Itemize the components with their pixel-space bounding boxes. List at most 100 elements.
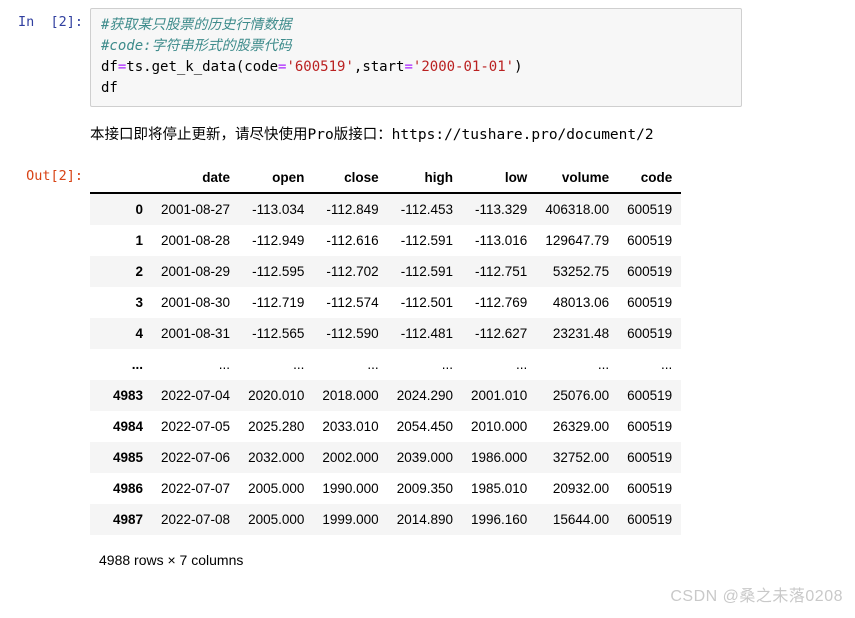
code-plain-token: ) bbox=[514, 59, 523, 75]
table-cell-code: 600519 bbox=[627, 202, 673, 217]
table-cell-low: -113.329 bbox=[475, 202, 528, 217]
table-cell-code: 600519 bbox=[627, 450, 673, 465]
table-row: 1 2001-08-28 -112.949 -112.616 -112.591 -113.… bbox=[90, 225, 682, 256]
output-cell: Out[2]: date open close high low volume code 0… bbox=[0, 145, 855, 568]
table-cell-low: 1985.010 bbox=[471, 481, 528, 496]
table-cell-high: -112.501 bbox=[400, 295, 453, 310]
table-cell-low: 2001.010 bbox=[471, 388, 528, 403]
table-header-date: date bbox=[152, 167, 240, 194]
table-cell-code: 600519 bbox=[627, 512, 673, 527]
dataframe-table: date open close high low volume code 0 2001-08-… bbox=[90, 167, 682, 535]
table-cell-low: 1996.160 bbox=[471, 512, 528, 527]
table-cell-close: -112.849 bbox=[326, 202, 379, 217]
table-cell-date: 2022-07-05 bbox=[161, 419, 231, 434]
table-cell-open: 2020.010 bbox=[248, 388, 305, 403]
table-row-index: 4984 bbox=[112, 419, 143, 434]
table-cell-volume: 23231.48 bbox=[552, 326, 610, 341]
input-cell-body[interactable]: #获取某只股票的历史行情数据 #code:字符串形式的股票代码 df = ts.get_… bbox=[90, 0, 855, 107]
table-cell-high: 2024.290 bbox=[396, 388, 453, 403]
table-row: 4987 2022-07-08 2005.000 1999.000 2014.890 19… bbox=[90, 504, 682, 535]
code-comment-token: #code:字符串形式的股票代码 bbox=[101, 38, 292, 54]
code-str-token: '2000-01-01' bbox=[412, 59, 515, 75]
table-cell-close: 2002.000 bbox=[322, 450, 379, 465]
table-row-index: 4 bbox=[135, 326, 143, 341]
stdout-message: 本接口即将停止更新，请尽快使用Pro版接口：https://tushare.pr… bbox=[90, 127, 654, 143]
table-cell-code: 600519 bbox=[627, 295, 673, 310]
table-row-index: ... bbox=[131, 357, 143, 372]
table-cell-open: 2005.000 bbox=[248, 512, 305, 527]
table-cell-open: -112.595 bbox=[252, 264, 305, 279]
table-row: 4983 2022-07-04 2020.010 2018.000 2024.290 20… bbox=[90, 380, 682, 411]
table-cell-code: 600519 bbox=[627, 264, 673, 279]
table-cell-low: -113.016 bbox=[475, 233, 528, 248]
table-cell-date: 2022-07-08 bbox=[161, 512, 231, 527]
code-plain-token: ,start bbox=[353, 59, 405, 75]
table-cell-close: -112.590 bbox=[326, 326, 379, 341]
table-cell-open: ... bbox=[293, 357, 305, 372]
table-cell-volume: 32752.00 bbox=[552, 450, 610, 465]
table-cell-high: 2039.000 bbox=[396, 450, 453, 465]
table-cell-volume: 48013.06 bbox=[552, 295, 610, 310]
table-cell-volume: 15644.00 bbox=[552, 512, 610, 527]
table-cell-date: ... bbox=[218, 357, 231, 372]
dataframe-shape-note: 4988 rows × 7 columns bbox=[99, 552, 244, 568]
table-cell-open: -112.949 bbox=[252, 233, 305, 248]
table-cell-date: 2001-08-27 bbox=[161, 202, 231, 217]
table-cell-code: 600519 bbox=[627, 419, 673, 434]
code-line: #获取某只股票的历史行情数据 bbox=[101, 15, 733, 36]
table-row: 4984 2022-07-05 2025.280 2033.010 2054.450 20… bbox=[90, 411, 682, 442]
jupyter-notebook: In [2]: #获取某只股票的历史行情数据 #code:字符串形式的股票代码 df… bbox=[0, 0, 855, 618]
table-header-index bbox=[90, 167, 152, 194]
input-prompt-label: In [2]: bbox=[17, 14, 83, 30]
table-cell-volume: 20932.00 bbox=[552, 481, 610, 496]
table-cell-volume: 25076.00 bbox=[552, 388, 610, 403]
table-cell-code: 600519 bbox=[627, 388, 673, 403]
table-cell-open: 2032.000 bbox=[248, 450, 305, 465]
input-cell[interactable]: In [2]: #获取某只股票的历史行情数据 #code:字符串形式的股票代码 df… bbox=[0, 0, 855, 107]
table-cell-code: ... bbox=[660, 357, 673, 372]
table-cell-high: -112.453 bbox=[400, 202, 453, 217]
code-plain-token: df bbox=[101, 59, 118, 75]
code-plain-token: ts.get_k_data(code bbox=[126, 59, 279, 75]
table-cell-high: -112.481 bbox=[400, 326, 453, 341]
table-header-low: low bbox=[462, 167, 537, 194]
table-cell-high: -112.591 bbox=[400, 264, 453, 279]
table-cell-date: 2001-08-31 bbox=[161, 326, 231, 341]
table-cell-volume: 129647.79 bbox=[545, 233, 610, 248]
table-cell-code: 600519 bbox=[627, 481, 673, 496]
table-header-open: open bbox=[239, 167, 314, 194]
table-cell-high: 2014.890 bbox=[396, 512, 453, 527]
table-row: ........................ bbox=[90, 349, 682, 380]
code-line: df bbox=[101, 78, 733, 99]
table-cell-close: 1990.000 bbox=[322, 481, 379, 496]
table-cell-close: -112.574 bbox=[326, 295, 379, 310]
table-header-row: date open close high low volume code bbox=[90, 167, 682, 194]
table-cell-low: -112.751 bbox=[475, 264, 528, 279]
table-cell-low: -112.627 bbox=[475, 326, 528, 341]
table-row-index: 2 bbox=[135, 264, 143, 279]
table-cell-high: -112.591 bbox=[400, 233, 453, 248]
dataframe-header: date open close high low volume code bbox=[90, 167, 682, 194]
table-row-index: 3 bbox=[135, 295, 143, 310]
table-row-index: 4983 bbox=[112, 388, 143, 403]
table-cell-low: ... bbox=[516, 357, 528, 372]
table-header-high: high bbox=[387, 167, 462, 194]
table-cell-volume: ... bbox=[597, 357, 610, 372]
table-row-index: 4986 bbox=[112, 481, 143, 496]
output-cell-body: date open close high low volume code 0 2001-08-… bbox=[90, 167, 855, 568]
table-header-close: close bbox=[313, 167, 388, 194]
table-cell-open: -113.034 bbox=[252, 202, 305, 217]
table-row: 4 2001-08-31 -112.565 -112.590 -112.481 -112.… bbox=[90, 318, 682, 349]
table-row-index: 4985 bbox=[112, 450, 143, 465]
code-editor[interactable]: #获取某只股票的历史行情数据 #code:字符串形式的股票代码 df = ts.get_… bbox=[90, 8, 742, 107]
code-comment-token: #获取某只股票的历史行情数据 bbox=[101, 17, 292, 33]
table-cell-open: -112.565 bbox=[252, 326, 305, 341]
code-line: #code:字符串形式的股票代码 bbox=[101, 36, 733, 57]
table-cell-date: 2001-08-29 bbox=[161, 264, 231, 279]
table-row-index: 4987 bbox=[112, 512, 143, 527]
table-cell-date: 2001-08-28 bbox=[161, 233, 231, 248]
table-cell-volume: 26329.00 bbox=[552, 419, 610, 434]
table-cell-low: 2010.000 bbox=[471, 419, 528, 434]
table-cell-close: 1999.000 bbox=[322, 512, 379, 527]
code-plain-token: df bbox=[101, 80, 118, 96]
